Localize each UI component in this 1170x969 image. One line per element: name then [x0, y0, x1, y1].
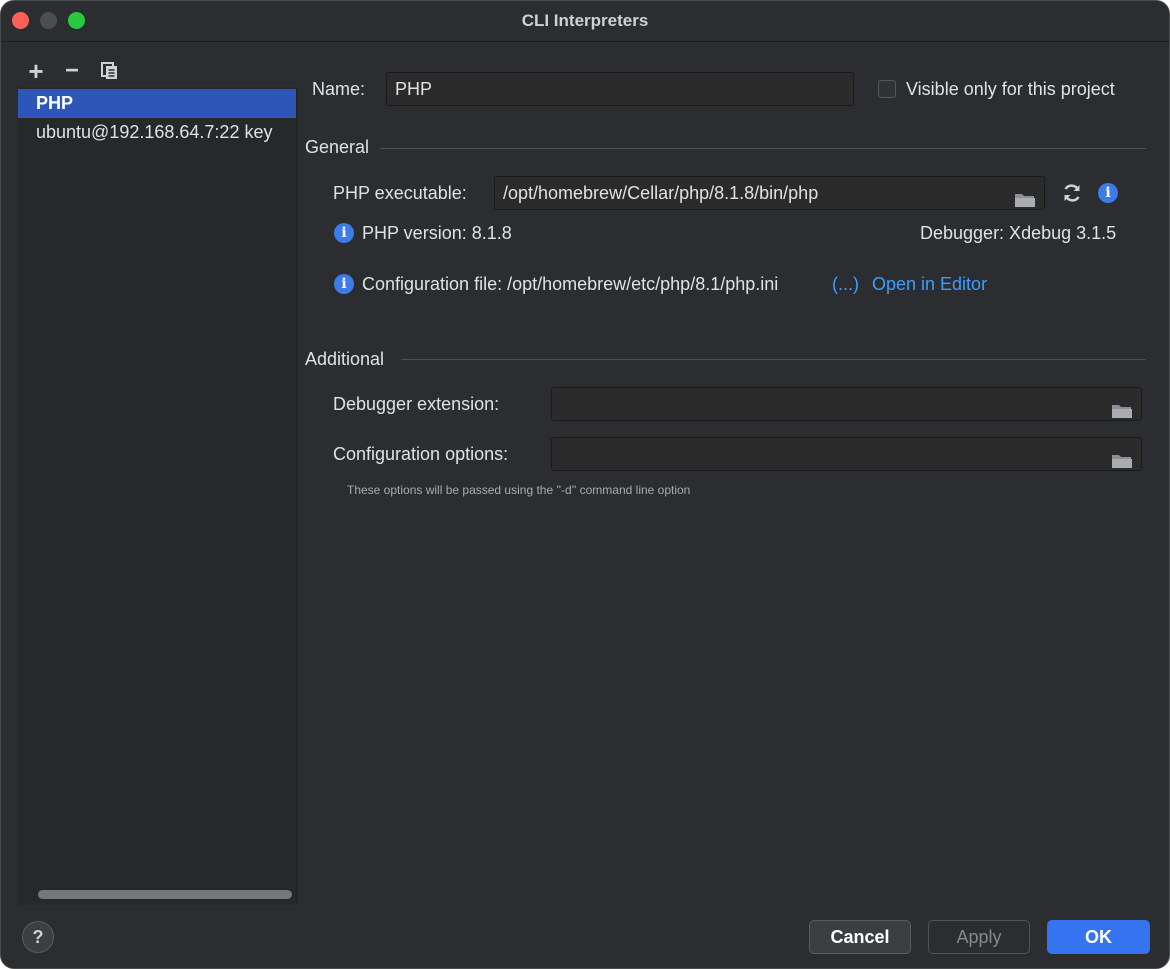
- window-title: CLI Interpreters: [521, 11, 649, 30]
- config-options-label: Configuration options:: [333, 444, 509, 464]
- apply-button[interactable]: Apply: [928, 920, 1030, 954]
- add-interpreter-button[interactable]: +: [24, 56, 48, 86]
- cancel-button[interactable]: Cancel: [809, 920, 911, 954]
- cli-interpreters-dialog: CLI Interpreters + − PHP ubuntu@192.168.…: [0, 0, 1170, 969]
- name-input[interactable]: [386, 72, 854, 106]
- interpreter-item-ubuntu[interactable]: ubuntu@192.168.64.7:22 key: [18, 118, 296, 147]
- folder-icon[interactable]: [1014, 186, 1036, 218]
- ok-button[interactable]: OK: [1047, 920, 1150, 954]
- horizontal-scrollbar[interactable]: [38, 890, 292, 899]
- debugger-extension-field[interactable]: [551, 387, 1142, 421]
- refresh-icon[interactable]: [1061, 182, 1083, 209]
- info-icon[interactable]: i: [1098, 183, 1118, 203]
- help-button[interactable]: ?: [22, 921, 54, 953]
- open-in-editor-link[interactable]: Open in Editor: [872, 274, 987, 295]
- config-options-hint: These options will be passed using the '…: [347, 483, 691, 497]
- visible-only-label[interactable]: Visible only for this project: [906, 79, 1115, 100]
- config-options-field[interactable]: [551, 437, 1142, 471]
- config-file-text: Configuration file: /opt/homebrew/etc/ph…: [362, 274, 779, 294]
- debugger-extension-label: Debugger extension:: [333, 394, 500, 414]
- title-bar: CLI Interpreters: [1, 1, 1169, 42]
- folder-icon[interactable]: [1111, 397, 1133, 429]
- info-icon: i: [334, 223, 354, 243]
- general-section-title: General: [305, 137, 370, 157]
- php-executable-field[interactable]: /opt/homebrew/Cellar/php/8.1.8/bin/php: [494, 176, 1045, 210]
- php-version-text: PHP version: 8.1.8: [362, 223, 512, 243]
- interpreter-list: PHP ubuntu@192.168.64.7:22 key: [18, 87, 297, 905]
- name-label: Name:: [312, 79, 366, 99]
- folder-icon[interactable]: [1111, 447, 1133, 479]
- additional-divider: [401, 359, 1146, 360]
- config-file-more-link[interactable]: (...): [832, 274, 859, 295]
- debugger-text: Debugger: Xdebug 3.1.5: [920, 223, 1117, 243]
- visible-only-checkbox[interactable]: [878, 80, 896, 98]
- info-icon: i: [334, 274, 354, 294]
- remove-interpreter-button[interactable]: −: [60, 57, 84, 84]
- php-executable-label: PHP executable:: [333, 183, 467, 203]
- interpreter-item-php[interactable]: PHP: [18, 89, 296, 118]
- general-divider: [380, 148, 1146, 149]
- php-executable-value: /opt/homebrew/Cellar/php/8.1.8/bin/php: [503, 183, 819, 203]
- additional-section-title: Additional: [305, 349, 385, 369]
- copy-icon[interactable]: [98, 59, 122, 83]
